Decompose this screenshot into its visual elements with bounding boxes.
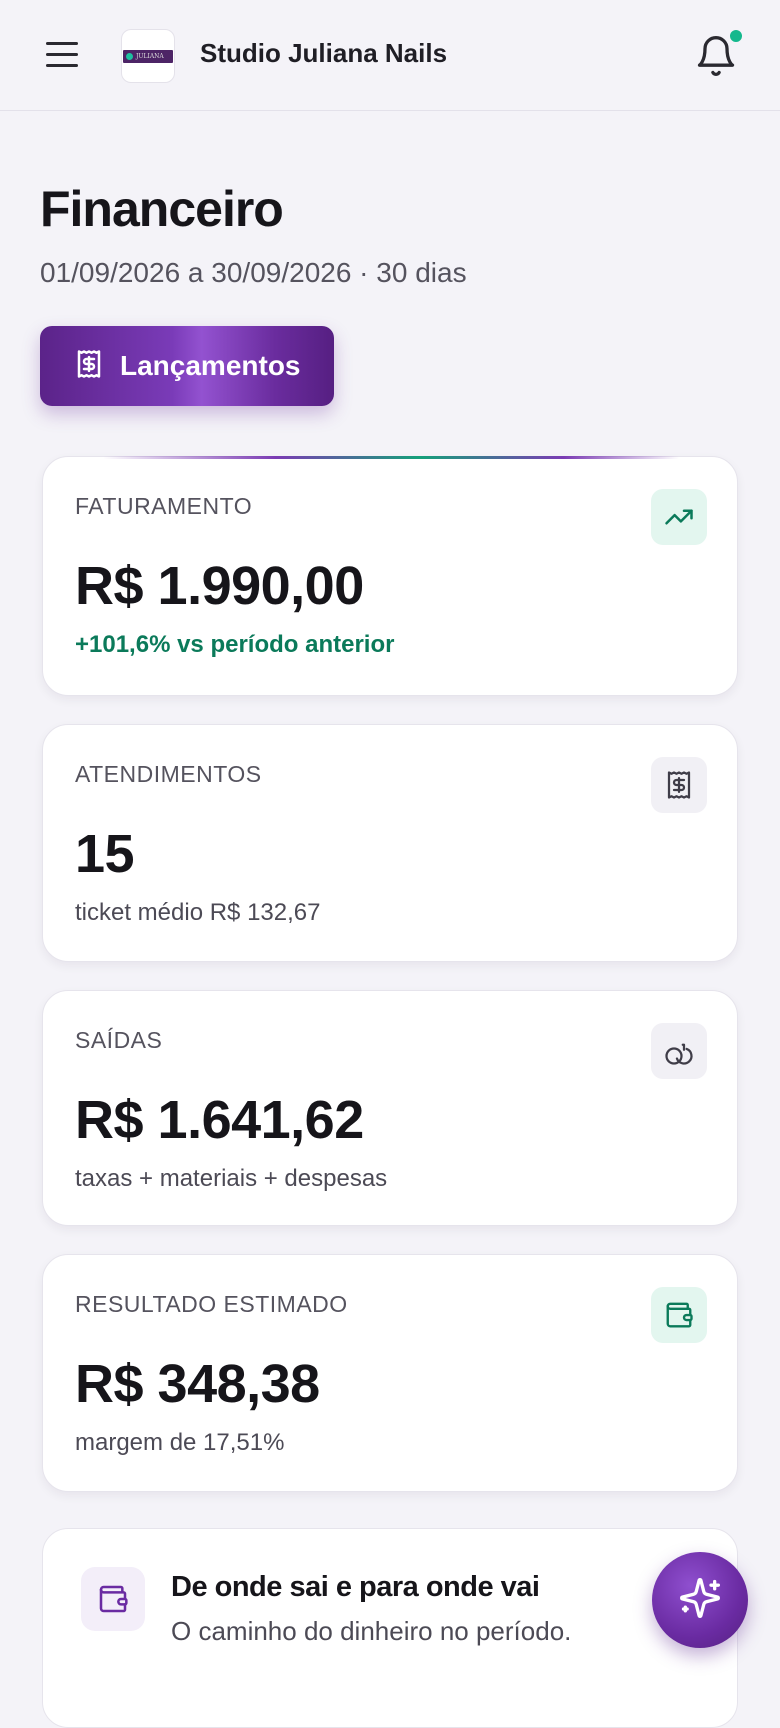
faturamento-change: +101,6% vs período anterior (75, 631, 395, 658)
resultado-value: R$ 348,38 (75, 1354, 320, 1414)
faturamento-label: FATURAMENTO (75, 493, 253, 519)
saidas-breakdown: taxas + materiais + despesas (75, 1165, 388, 1192)
trending-up-icon (651, 489, 707, 545)
ticket-medio: ticket médio R$ 132,67 (75, 899, 321, 926)
coins-icon (651, 1023, 707, 1079)
faturamento-value: R$ 1.990,00 (75, 556, 364, 616)
margem: margem de 17,51% (75, 1429, 285, 1456)
saidas-card[interactable]: SAÍDAS R$ 1.641,62 taxas + materiais + d… (42, 990, 738, 1226)
lancamentos-label: Lançamentos (120, 350, 301, 381)
top-bar: JULIANA Studio Juliana Nails (0, 0, 780, 111)
page-title: Financeiro (40, 181, 284, 237)
studio-name: Studio Juliana Nails (200, 38, 448, 68)
studio-logo[interactable]: JULIANA (121, 29, 175, 83)
ai-assistant-button[interactable] (652, 1552, 748, 1648)
notification-dot (728, 28, 744, 44)
hamburger-menu-icon[interactable] (44, 38, 84, 72)
card-accent-line (103, 456, 679, 459)
money-flow-card[interactable]: De onde sai e para onde vai O caminho do… (42, 1528, 738, 1728)
faturamento-card[interactable]: FATURAMENTO R$ 1.990,00 +101,6% vs perío… (42, 456, 738, 696)
atendimentos-label: ATENDIMENTOS (75, 761, 262, 787)
saidas-value: R$ 1.641,62 (75, 1090, 364, 1150)
lancamentos-button[interactable]: Lançamentos (40, 326, 334, 406)
sparkles-icon (678, 1576, 722, 1625)
atendimentos-value: 15 (75, 824, 135, 884)
wallet-icon (81, 1567, 145, 1631)
receipt-dollar-icon (74, 349, 104, 384)
money-flow-title: De onde sai e para onde vai (171, 1571, 540, 1603)
wallet-icon (651, 1287, 707, 1343)
resultado-label: RESULTADO ESTIMADO (75, 1291, 348, 1317)
logo-text: JULIANA (136, 52, 164, 60)
period-range: 01/09/2026 a 30/09/2026 · 30 dias (40, 257, 467, 288)
money-flow-subtitle: O caminho do dinheiro no período. (171, 1616, 572, 1646)
resultado-card[interactable]: RESULTADO ESTIMADO R$ 348,38 margem de 1… (42, 1254, 738, 1492)
saidas-label: SAÍDAS (75, 1027, 163, 1053)
receipt-dollar-icon (651, 757, 707, 813)
atendimentos-card[interactable]: ATENDIMENTOS 15 ticket médio R$ 132,67 (42, 724, 738, 962)
